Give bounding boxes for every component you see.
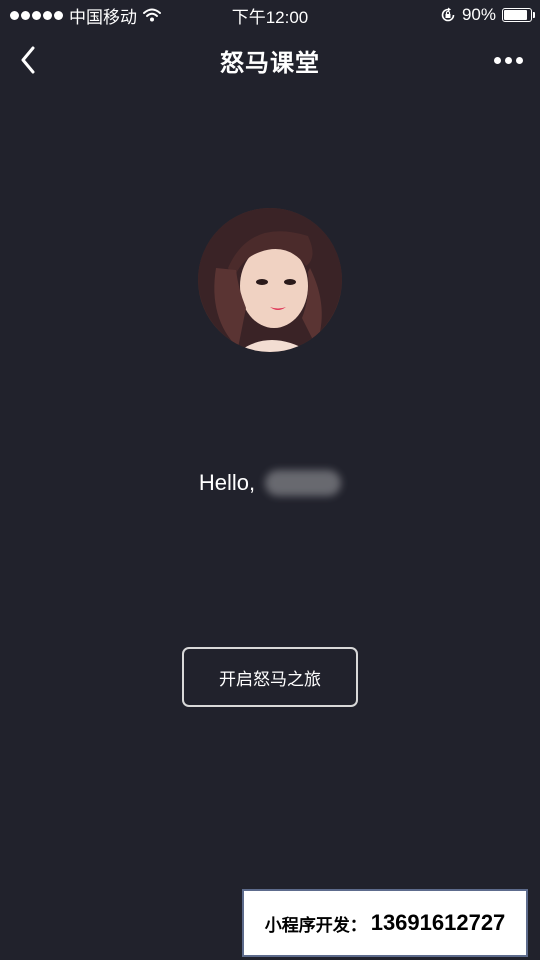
signal-strength-icon (10, 10, 63, 20)
greeting-text: Hello, (198, 470, 256, 495)
promo-label: 小程序开发： (264, 915, 367, 935)
promo-phone: 13691612727 (370, 910, 506, 935)
promo-banner: 小程序开发： 13691612727 (242, 889, 528, 957)
greeting: Hello, (0, 470, 540, 496)
orientation-lock-icon (441, 7, 455, 22)
battery-percent: 90% (461, 5, 496, 24)
more-button[interactable] (488, 40, 528, 80)
start-journey-label: 开启怒马之旅 (219, 669, 321, 689)
avatar (198, 208, 342, 352)
status-right: 90% (440, 5, 535, 25)
more-dots-icon (493, 56, 501, 64)
start-journey-button[interactable]: 开启怒马之旅 (182, 647, 358, 707)
battery-icon (502, 8, 535, 22)
battery-fill (504, 10, 528, 20)
screen: 中国移动 下午12:00 90% 怒马课堂 Hello, 开启怒马之旅 小程序开… (0, 0, 540, 960)
page-title: 怒马课堂 (220, 49, 320, 77)
username-blurred (265, 470, 342, 496)
wifi-icon (143, 8, 161, 22)
status-bar: 中国移动 下午12:00 90% (0, 0, 540, 30)
nav-bar: 怒马课堂 (0, 30, 540, 90)
avatar-image (198, 208, 342, 352)
carrier-name: 中国移动 (69, 7, 137, 27)
back-chevron-icon (21, 46, 35, 74)
back-button[interactable] (8, 40, 48, 80)
status-left: 中国移动 (10, 3, 161, 28)
